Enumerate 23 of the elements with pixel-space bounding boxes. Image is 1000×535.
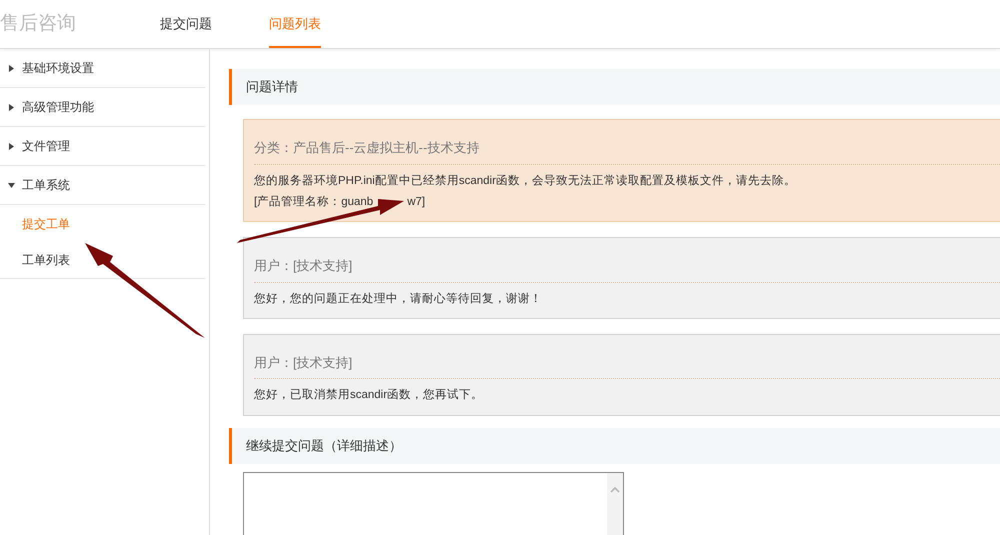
description-field[interactable] [243, 472, 624, 535]
sidebar-item[interactable]: 文件管理 [0, 127, 205, 166]
message-text: [产品管理名称：guanb [254, 194, 374, 210]
scrollbar[interactable] [607, 472, 623, 535]
section-title: 问题详情 [246, 78, 298, 96]
nav-tab[interactable]: 提交问题 [160, 0, 212, 48]
scroll-up-icon[interactable] [610, 486, 620, 492]
message-text: 您好，您的问题正在处理中，请耐心等待回复，谢谢！ [254, 291, 542, 306]
sidebar-item[interactable]: 工单系统 [0, 166, 205, 205]
sidebar-item[interactable]: 基础环境设置 [0, 49, 205, 88]
message-heading: 用户：[技术支持] [254, 352, 1000, 380]
caret-right-icon [8, 142, 15, 150]
caret-down-icon [8, 182, 15, 188]
app-title: 售后咨询 [0, 12, 77, 36]
message-text: 您的服务器环境PHP.ini配置中已经禁用scandir函数，会导致无法正常读取配置及模板文件，请先去除。 [254, 174, 796, 188]
sidebar-item[interactable]: 高级管理功能 [0, 88, 205, 127]
message-text: w7] [407, 194, 426, 210]
message-text: 您好，已取消禁用scandir函数，您再试下。 [254, 388, 484, 404]
message-heading: 用户：[技术支持] [254, 256, 1000, 282]
caret-right-icon [8, 64, 15, 72]
message-heading: 分类：产品售后--云虚拟主机--技术支持 [254, 138, 1000, 164]
caret-right-icon [8, 104, 15, 110]
section-title: 继续提交问题（详细描述） [246, 436, 402, 455]
